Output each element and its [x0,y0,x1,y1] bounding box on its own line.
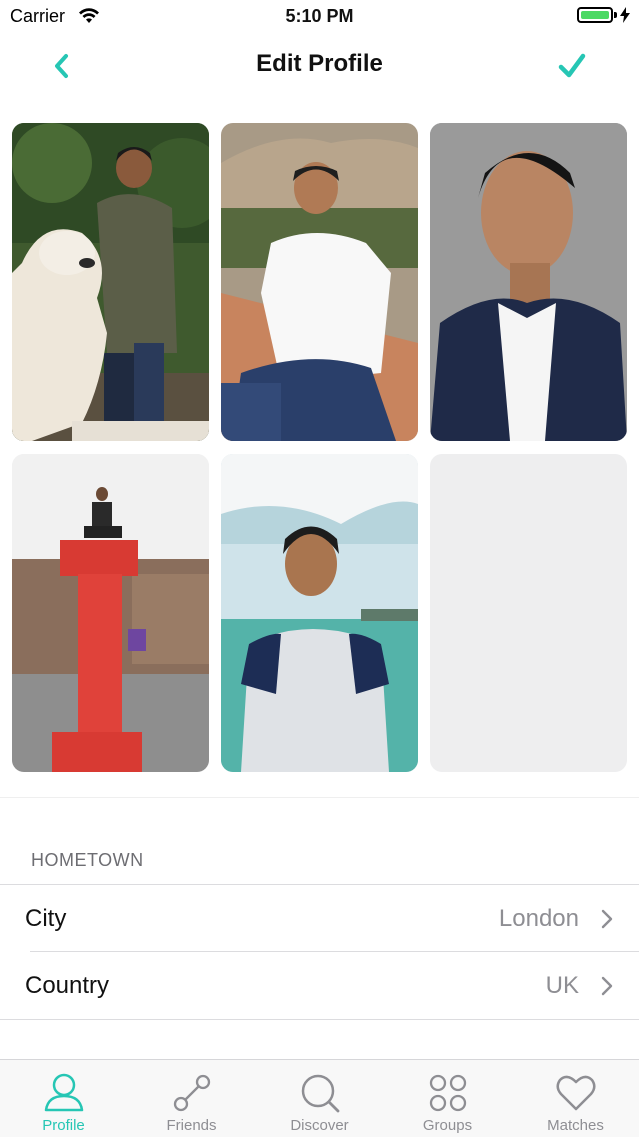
profile-photo-1[interactable] [12,123,209,441]
tab-bar: Profile Friends Discover Groups Matches [0,1059,639,1137]
checkmark-icon [558,53,586,78]
person-icon [44,1073,84,1112]
save-button[interactable] [552,46,592,86]
battery-tip [614,12,617,18]
tab-matches[interactable]: Matches [512,1060,639,1137]
chevron-right-icon [601,909,613,929]
row-separator [0,1019,639,1020]
tab-profile[interactable]: Profile [0,1060,127,1137]
country-value: UK [545,972,579,999]
status-bar: Carrier 5:10 PM [0,0,639,34]
clock: 5:10 PM [285,6,354,26]
empty-photo-slot[interactable] [430,454,627,772]
tab-groups[interactable]: Groups [384,1060,511,1137]
section-divider [0,797,639,798]
city-row[interactable]: City London [0,885,639,953]
city-value: London [498,905,579,932]
profile-photo-5[interactable] [221,454,418,772]
tab-friends[interactable]: Friends [128,1060,255,1137]
country-row[interactable]: Country UK [0,952,639,1020]
page-title: Edit Profile [256,50,383,77]
city-label: City [25,905,67,932]
tab-label: Profile [42,1117,85,1134]
profile-photo-3[interactable] [430,123,627,441]
tab-label: Matches [547,1117,604,1134]
profile-photo-4[interactable] [12,454,209,772]
chevron-right-icon [601,976,613,996]
charging-bolt-icon [620,7,630,23]
tab-label: Groups [422,1117,473,1134]
country-label: Country [25,972,110,999]
search-icon [301,1074,340,1113]
heart-icon [556,1075,596,1111]
tab-label: Friends [166,1117,217,1134]
navigation-bar: Edit Profile [0,34,639,98]
battery-icon [577,7,613,23]
grid-circles-icon [429,1074,467,1112]
tab-discover[interactable]: Discover [256,1060,383,1137]
section-header-hometown: HOMETOWN [31,850,144,870]
tab-label: Discover [290,1117,349,1134]
profile-photo-2[interactable] [221,123,418,441]
connection-icon [173,1074,211,1112]
